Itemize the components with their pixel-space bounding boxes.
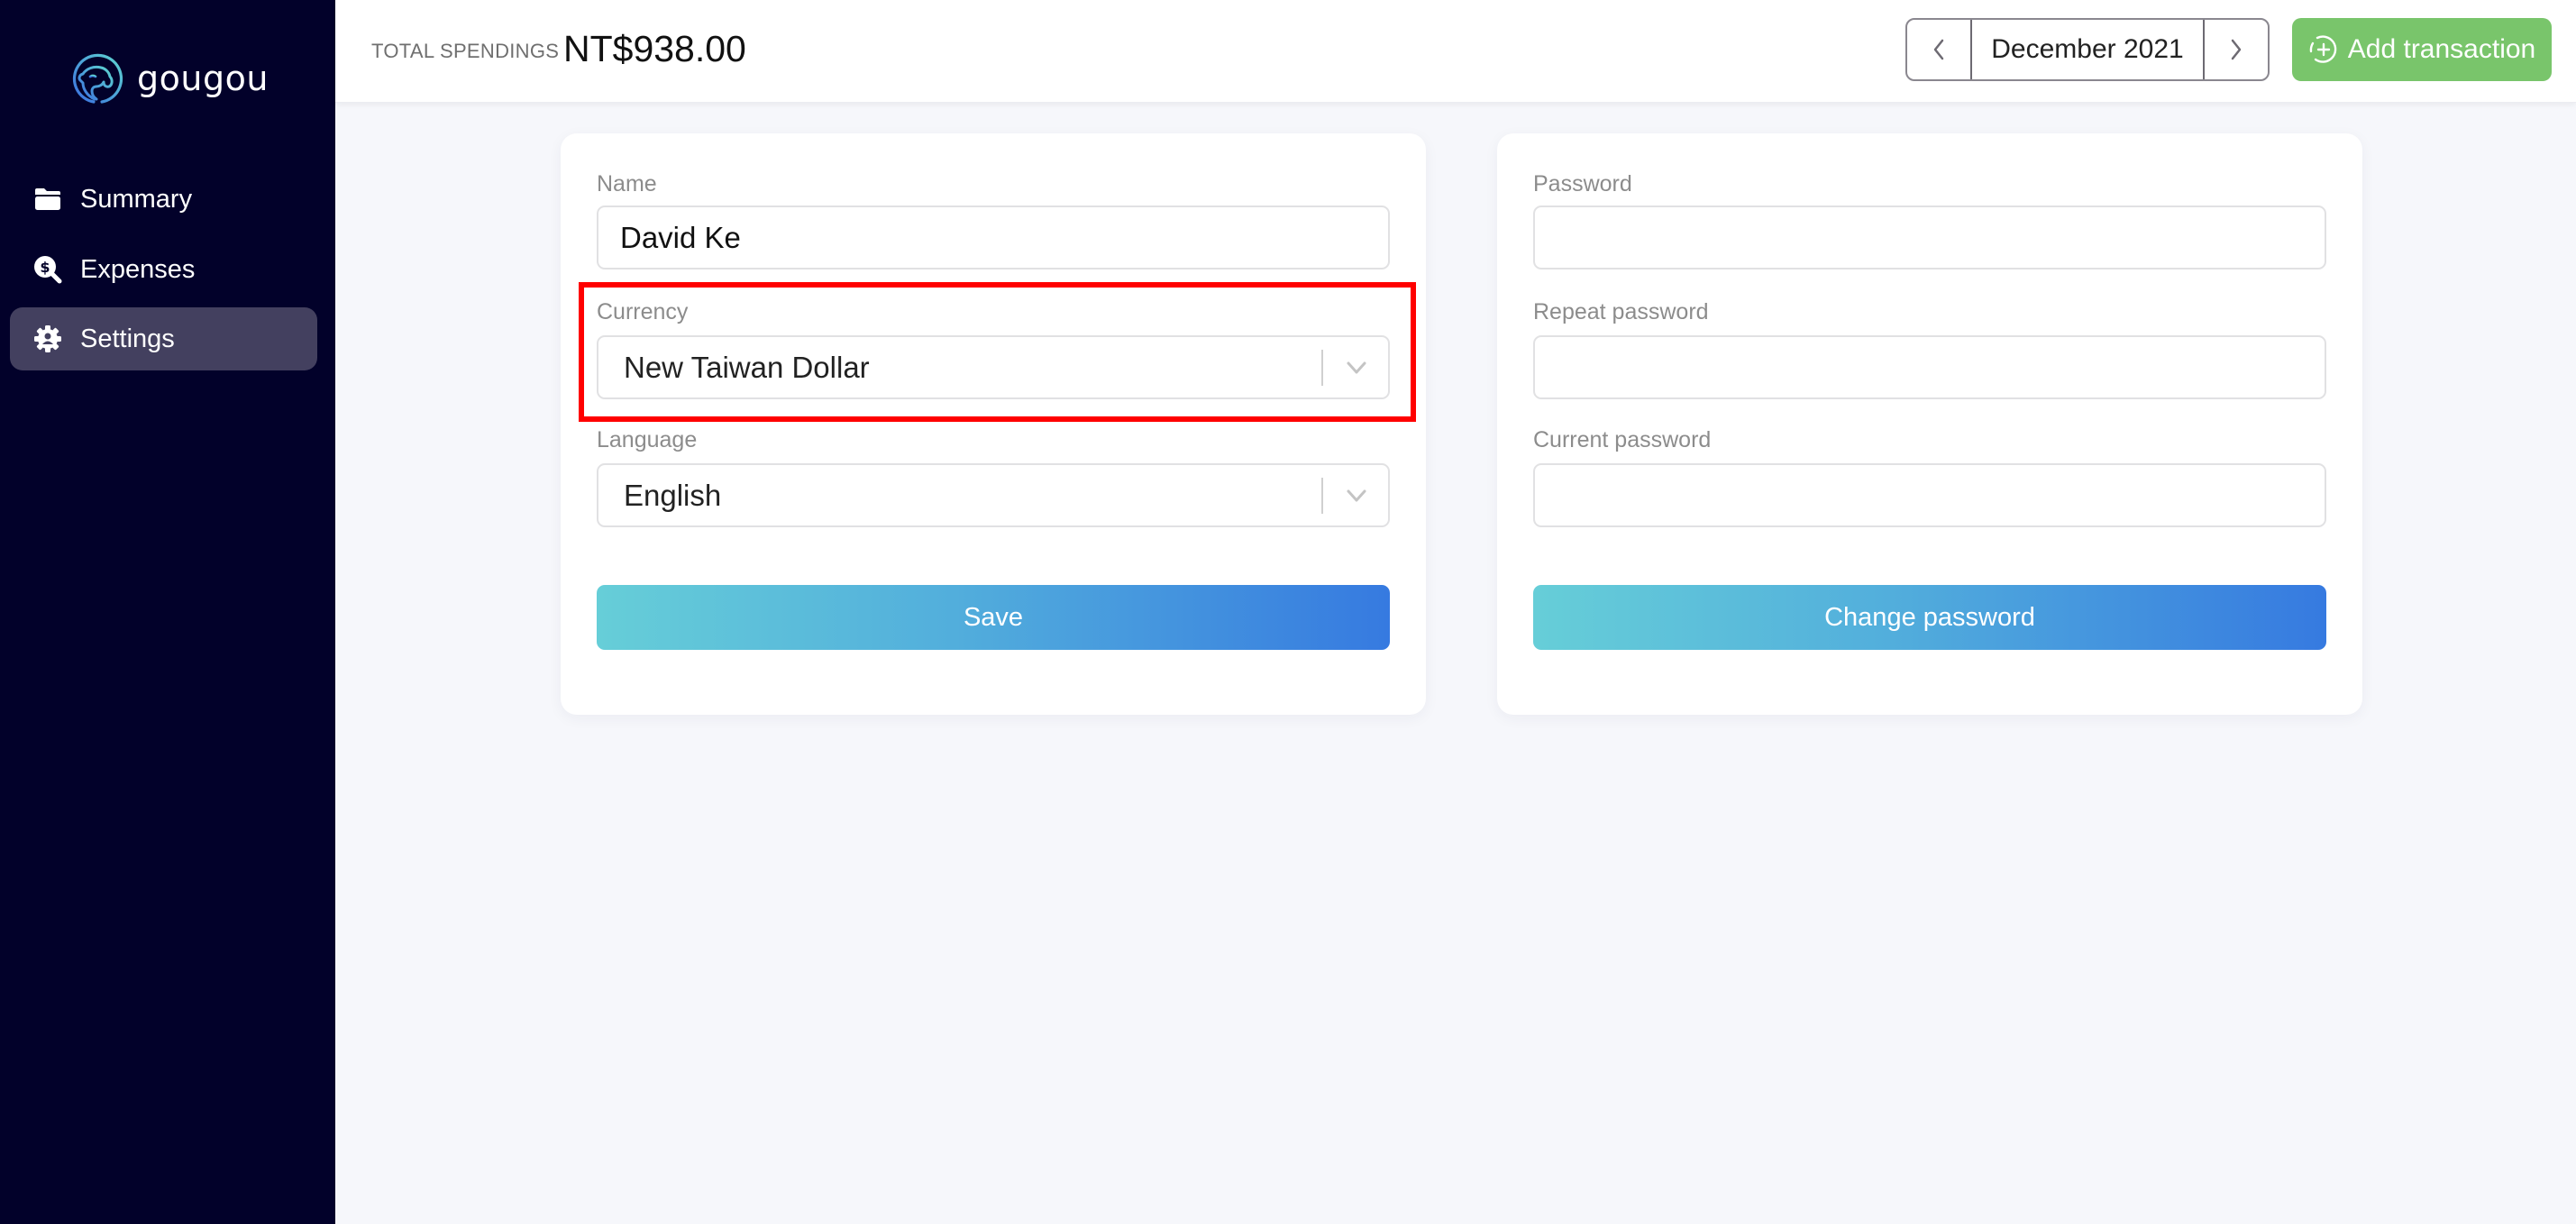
language-label: Language	[597, 427, 698, 452]
logo[interactable]: gougou	[72, 52, 269, 105]
sidebar-item-label: Summary	[80, 184, 193, 214]
app-name: gougou	[137, 59, 269, 98]
repeat-password-label: Repeat password	[1533, 299, 1709, 324]
total-spendings-label: TOTAL SPENDINGS	[371, 40, 560, 62]
add-transaction-button[interactable]: Add transaction	[2292, 18, 2552, 81]
currency-select[interactable]: New Taiwan Dollar	[597, 335, 1390, 399]
name-label: Name	[597, 171, 657, 196]
add-transaction-label: Add transaction	[2347, 34, 2536, 64]
chevron-down-icon	[1347, 489, 1366, 502]
dog-head-icon	[72, 53, 123, 104]
previous-month-button[interactable]	[1907, 20, 1972, 79]
select-separator	[1321, 478, 1323, 514]
password-label: Password	[1533, 171, 1632, 196]
language-select[interactable]: English	[597, 463, 1390, 527]
plus-circle-icon	[2309, 35, 2337, 63]
currency-label: Currency	[597, 299, 689, 324]
next-month-button[interactable]	[2203, 20, 2268, 79]
chevron-down-icon	[1347, 361, 1366, 374]
svg-text:$: $	[40, 259, 50, 276]
sidebar: gougou Summary $ Expenses Settings	[0, 0, 335, 1224]
chevron-right-icon	[2231, 39, 2242, 60]
profile-settings-card: Name Currency New Taiwan Dollar Language…	[561, 133, 1426, 715]
top-header: TOTAL SPENDINGS NT$938.00 December 2021 …	[335, 0, 2576, 103]
search-dollar-icon: $	[32, 253, 64, 286]
chevron-left-icon	[1933, 39, 1944, 60]
total-spendings-value: NT$938.00	[563, 28, 746, 69]
current-month[interactable]: December 2021	[1972, 20, 2203, 79]
user-gear-icon	[32, 323, 64, 355]
repeat-password-field[interactable]	[1533, 335, 2326, 399]
sidebar-item-expenses[interactable]: $ Expenses	[10, 238, 317, 301]
currency-selected-value: New Taiwan Dollar	[624, 350, 870, 384]
current-password-field[interactable]	[1533, 463, 2326, 527]
select-separator	[1321, 350, 1323, 386]
sidebar-item-settings[interactable]: Settings	[10, 307, 317, 370]
change-password-button[interactable]: Change password	[1533, 585, 2326, 650]
month-navigator: December 2021	[1905, 18, 2270, 81]
name-field[interactable]	[597, 206, 1390, 269]
sidebar-item-label: Settings	[80, 324, 175, 353]
current-password-label: Current password	[1533, 427, 1712, 452]
sidebar-item-summary[interactable]: Summary	[10, 168, 317, 231]
folder-icon	[32, 183, 64, 215]
password-settings-card: Password Repeat password Current passwor…	[1497, 133, 2362, 715]
sidebar-item-label: Expenses	[80, 254, 196, 284]
save-button[interactable]: Save	[597, 585, 1390, 650]
password-field[interactable]	[1533, 206, 2326, 269]
language-selected-value: English	[624, 478, 722, 512]
